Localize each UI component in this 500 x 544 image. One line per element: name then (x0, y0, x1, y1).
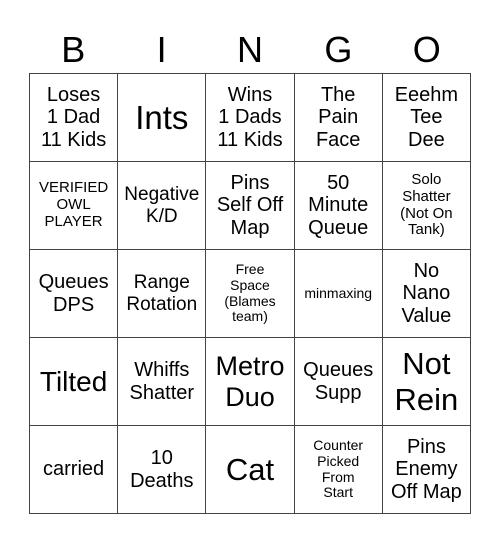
bingo-cell[interactable]: Metro Duo (206, 338, 295, 426)
cell-text-line: Queues (38, 270, 109, 293)
bingo-grid: Loses 1 Dad 11 Kids Ints Wins 1 Dads 11 Kids Th… (29, 73, 471, 514)
cell-text-line: The (320, 83, 356, 106)
cell-text-line: Dee (408, 128, 445, 151)
cell-text-line: Tank) (408, 221, 445, 239)
cell-text-line: Range (133, 272, 190, 294)
cell-text-line: PLAYER (44, 212, 103, 230)
bingo-cell[interactable]: Solo Shatter (Not On Tank) (382, 162, 471, 250)
bingo-cell[interactable]: Counter Picked From Start (294, 426, 383, 514)
cell-text-line: Counter (313, 436, 364, 453)
cell-text-line: (Not On (400, 204, 453, 222)
cell-text-line: Cat (225, 451, 275, 487)
header-letter-g: G (324, 29, 353, 70)
cell-text-line: VERIFIED (39, 179, 109, 197)
bingo-cell[interactable]: Whiffs Shatter (118, 338, 207, 426)
cell-text-line: Ints (135, 98, 189, 136)
cell-text-line: 11 Kids (217, 128, 283, 151)
header-letter-b: B (61, 29, 86, 70)
cell-text-line: Tilted (39, 365, 108, 397)
bingo-cell[interactable]: 10 Deaths (118, 426, 207, 514)
cell-text-line: Metro (215, 351, 285, 381)
cell-text-line: Pain (318, 106, 359, 129)
bingo-cell[interactable]: Queues DPS (30, 250, 119, 338)
cell-text-line: Map (230, 216, 270, 239)
bingo-cell[interactable]: The Pain Face (294, 74, 383, 162)
cell-text-line: Not (402, 346, 451, 382)
cell-text-line: K/D (145, 205, 178, 227)
cell-text-line: minmaxing (304, 284, 373, 301)
bingo-cell[interactable]: Wins 1 Dads 11 Kids (206, 74, 295, 162)
cell-text-line: Start (323, 484, 353, 501)
cell-text-line: Face (315, 128, 361, 151)
header-letter-i: I (156, 29, 167, 70)
bingo-cell[interactable]: carried (30, 426, 119, 514)
cell-text-line: Nano (402, 282, 451, 305)
cell-text-line: Loses (46, 83, 101, 106)
cell-text-line: Off Map (391, 480, 462, 503)
bingo-cell[interactable]: Tilted (30, 338, 119, 426)
cell-text-line: No (413, 259, 440, 282)
cell-text-line: Eeehm (394, 83, 459, 106)
bingo-cell[interactable]: 50 Minute Queue (294, 162, 383, 250)
bingo-cell[interactable]: Negative K/D (118, 162, 207, 250)
bingo-cell[interactable]: Ints (118, 74, 207, 162)
bingo-cell[interactable]: Cat (206, 426, 295, 514)
bingo-cell[interactable]: Range Rotation (118, 250, 207, 338)
cell-text-line: Value (401, 304, 452, 327)
header-letter-n: N (236, 29, 263, 70)
cell-text-line: Rotation (126, 293, 198, 315)
cell-text-line: 10 (150, 446, 173, 469)
cell-text-line: Rein (394, 381, 459, 417)
cell-text-line: Queues (303, 358, 374, 381)
cell-text-line: Queue (308, 216, 369, 239)
cell-text-line: (Blames (224, 292, 276, 309)
bingo-cell[interactable]: minmaxing (294, 250, 383, 338)
bingo-cell[interactable]: Free Space (Blames team) (206, 250, 295, 338)
bingo-cell[interactable]: Pins Self Off Map (206, 162, 295, 250)
cell-text-line: Minute (308, 194, 369, 217)
cell-text-line: 11 Kids (40, 128, 107, 151)
bingo-cell[interactable]: Loses 1 Dad 11 Kids (30, 74, 119, 162)
cell-text-line: Shatter (402, 187, 451, 205)
cell-text-line: Enemy (395, 458, 458, 481)
cell-text-line: Tee (410, 106, 443, 129)
bingo-header: B I N G O (29, 30, 471, 70)
cell-text-line: 1 Dads (218, 106, 282, 129)
cell-text-line: 50 (327, 171, 350, 194)
cell-text-line: Solo (411, 170, 442, 188)
bingo-cell[interactable]: Queues Supp (294, 338, 383, 426)
cell-text-line: Wins (227, 83, 273, 106)
cell-text-line: Shatter (129, 381, 195, 404)
cell-text-line: team) (232, 308, 268, 325)
cell-text-line: Negative (124, 184, 200, 206)
cell-text-line: Supp (314, 381, 362, 404)
cell-text-line: Self Off (216, 194, 284, 217)
cell-text-line: Whiffs (134, 358, 190, 381)
cell-text-line: Free (235, 260, 265, 277)
bingo-cell[interactable]: Not Rein (382, 338, 471, 426)
cell-text-line: carried (43, 458, 105, 481)
cell-text-line: 1 Dad (46, 106, 101, 129)
bingo-cell[interactable]: VERIFIED OWL PLAYER (30, 162, 119, 250)
cell-text-line: Duo (225, 381, 275, 412)
bingo-cell[interactable]: Eeehm Tee Dee (382, 74, 471, 162)
cell-text-line: Deaths (130, 469, 194, 492)
cell-text-line: From (321, 468, 355, 485)
cell-text-line: OWL (56, 196, 91, 214)
bingo-cell[interactable]: No Nano Value (382, 250, 471, 338)
cell-text-line: DPS (53, 293, 95, 316)
bingo-cell[interactable]: Pins Enemy Off Map (382, 426, 471, 514)
cell-text-line: Pins (230, 171, 270, 194)
cell-text-line: Space (230, 276, 270, 293)
cell-text-line: Picked (317, 452, 360, 469)
header-letter-o: O (412, 29, 441, 70)
cell-text-line: Pins (406, 435, 446, 458)
